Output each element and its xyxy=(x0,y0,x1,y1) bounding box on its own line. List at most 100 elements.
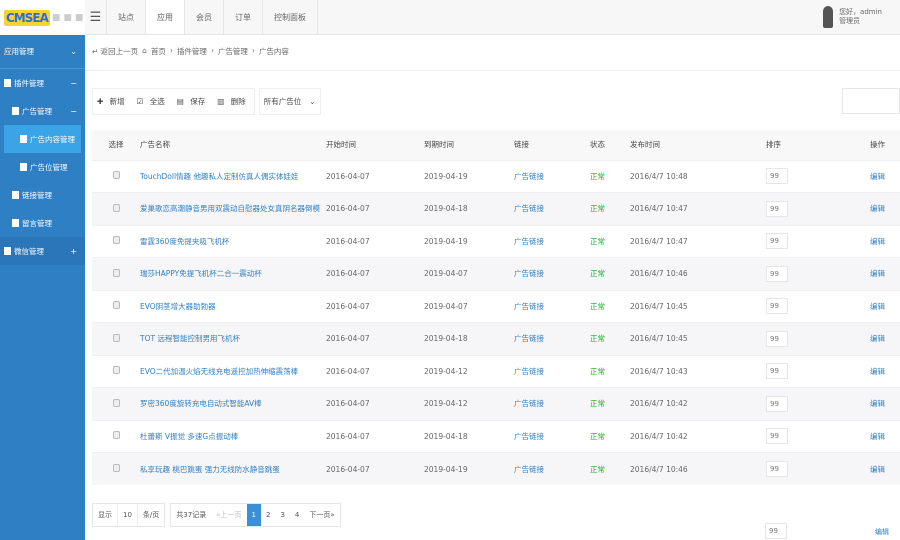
breadcrumb-plugins[interactable]: 插件管理 xyxy=(177,46,207,57)
ad-name-link[interactable]: TouchDoll情趣 他趣私人定制仿真人偶实体娃娃 xyxy=(140,159,326,193)
row-checkbox[interactable] xyxy=(112,464,120,472)
ad-link[interactable]: 广告链接 xyxy=(514,257,590,290)
table-row: 杜蕾斯 V振觉 多速G点振动棒 2016-04-07 2019-04-18 广告… xyxy=(92,419,900,453)
sidebar-item-app-management[interactable]: 应用管理 ⌄ xyxy=(0,35,85,69)
row-checkbox[interactable] xyxy=(112,236,120,245)
row-checkbox[interactable] xyxy=(112,301,120,310)
ad-name-link[interactable]: 私享玩趣 桃巴跳蛋 强力无线防水静音跳蛋 xyxy=(140,452,326,485)
ad-link[interactable]: 广告链接 xyxy=(514,387,590,420)
ad-name-link[interactable]: 瑞莎HAPPY免提飞机杯二合一震动杯 xyxy=(140,257,326,290)
nav-apps[interactable]: 应用 xyxy=(146,0,185,34)
hamburger-menu-icon[interactable]: ☰ xyxy=(85,0,107,34)
status-badge: 正常 xyxy=(590,192,630,225)
order-input[interactable]: 99 xyxy=(765,523,787,539)
col-action: 操作 xyxy=(870,130,900,160)
nav-members[interactable]: 会员 xyxy=(185,0,224,34)
search-input[interactable] xyxy=(842,88,900,114)
select-all-button[interactable]: ☑ 全选 xyxy=(133,96,173,107)
edit-link[interactable]: 编辑 xyxy=(870,192,900,225)
order-input[interactable]: 99 xyxy=(766,363,788,380)
add-button[interactable]: ✚ 新增 xyxy=(93,96,133,107)
breadcrumb-home[interactable]: 首页 xyxy=(151,46,166,57)
row-checkbox[interactable] xyxy=(112,366,120,375)
publish-time: 2016/4/7 10:42 xyxy=(630,387,766,420)
sidebar-item-ads[interactable]: 广告管理 − xyxy=(0,97,85,125)
breadcrumb-ads[interactable]: 广告管理 xyxy=(218,46,248,57)
ad-link[interactable]: 广告链接 xyxy=(514,224,590,258)
back-label: 返回上一页 xyxy=(100,47,139,56)
edit-link[interactable]: 编辑 xyxy=(870,257,900,290)
ad-name-link[interactable]: EVO二代加温火焰无线充电遥控加热伸缩震荡棒 xyxy=(140,354,326,388)
order-input[interactable]: 99 xyxy=(766,428,788,445)
start-date: 2016-04-07 xyxy=(326,387,424,420)
ad-link[interactable]: 广告链接 xyxy=(514,159,590,193)
save-button[interactable]: ▤ 保存 xyxy=(173,96,213,107)
delete-button[interactable]: ▥ 删除 xyxy=(213,96,253,107)
user-menu[interactable]: 您好，admin 管理员 xyxy=(823,6,882,28)
nav-orders[interactable]: 订单 xyxy=(224,0,263,34)
page-3[interactable]: 3 xyxy=(275,504,289,526)
order-input[interactable]: 99 xyxy=(766,395,788,412)
order-input[interactable]: 99 xyxy=(766,233,788,250)
row-checkbox[interactable] xyxy=(112,398,120,407)
ad-link[interactable]: 广告链接 xyxy=(514,289,590,323)
edit-link[interactable]: 编辑 xyxy=(870,354,900,388)
sidebar-item-messages[interactable]: 留言管理 xyxy=(0,209,85,237)
page-2[interactable]: 2 xyxy=(261,504,275,526)
sidebar-item-plugins[interactable]: 插件管理 − xyxy=(0,69,85,97)
nav-site[interactable]: 站点 xyxy=(107,0,146,34)
pagination: 显示 10 条/页 共37记录 «上一页 1 2 3 4 下一页» xyxy=(92,503,341,527)
row-checkbox[interactable] xyxy=(112,203,120,212)
order-input[interactable]: 99 xyxy=(766,330,788,347)
sidebar-item-links[interactable]: 链接管理 xyxy=(0,181,85,209)
ad-name-link[interactable]: 杜蕾斯 V振觉 多速G点振动棒 xyxy=(140,419,326,453)
ad-link[interactable]: 广告链接 xyxy=(514,192,590,225)
edit-link[interactable]: 编辑 xyxy=(870,289,900,323)
ad-name-link[interactable]: 爱巢歌恋高潮静音男用双震动自慰器处女真阴名器倒模 xyxy=(140,192,326,225)
publish-time: 2016/4/7 10:47 xyxy=(630,192,766,225)
order-input[interactable]: 99 xyxy=(766,461,788,477)
ad-name-link[interactable]: EVO阴茎增大器助勃器 xyxy=(140,289,326,323)
ad-table: 选择 广告名称 开始时间 到期时间 链接 状态 发布时间 排序 操作 Touch… xyxy=(92,130,900,485)
page-4[interactable]: 4 xyxy=(290,504,304,526)
folder-icon xyxy=(4,79,11,87)
ad-position-select[interactable]: 所有广告位 ⌄ xyxy=(258,88,321,115)
edit-link[interactable]: 编辑 xyxy=(870,322,900,355)
prev-page-button[interactable]: «上一页 xyxy=(211,504,246,526)
per-page-select[interactable]: 10 xyxy=(117,504,138,526)
edit-link[interactable]: 编辑 xyxy=(870,452,900,485)
order-input[interactable]: 99 xyxy=(766,298,788,315)
home-icon: ⌂ xyxy=(142,46,147,55)
edit-link[interactable]: 编辑 xyxy=(870,224,900,258)
order-input[interactable]: 99 xyxy=(766,168,788,185)
edit-link[interactable]: 编辑 xyxy=(875,527,889,537)
sidebar-item-ad-content[interactable]: 广告内容管理 xyxy=(4,125,81,153)
end-date: 2019-04-07 xyxy=(424,257,514,290)
ad-link[interactable]: 广告链接 xyxy=(514,419,590,453)
sidebar-item-ad-positions[interactable]: 广告位管理 xyxy=(0,153,85,181)
order-input[interactable]: 99 xyxy=(766,200,788,217)
ad-link[interactable]: 广告链接 xyxy=(514,322,590,355)
row-checkbox[interactable] xyxy=(112,171,120,180)
row-checkbox[interactable] xyxy=(112,431,120,440)
order-input[interactable]: 99 xyxy=(766,265,788,282)
back-link[interactable]: ↵ 返回上一页 xyxy=(92,46,138,57)
table-row: TouchDoll情趣 他趣私人定制仿真人偶实体娃娃 2016-04-07 20… xyxy=(92,159,900,193)
ad-name-link[interactable]: TOT 远程智能控制男用飞机杯 xyxy=(140,322,326,355)
next-page-button[interactable]: 下一页» xyxy=(304,504,339,526)
ad-link[interactable]: 广告链接 xyxy=(514,452,590,485)
status-badge: 正常 xyxy=(590,159,630,193)
ad-link[interactable]: 广告链接 xyxy=(514,354,590,388)
edit-link[interactable]: 编辑 xyxy=(870,159,900,193)
row-checkbox[interactable] xyxy=(112,268,120,277)
sidebar-item-wechat[interactable]: 微信管理 + xyxy=(0,237,85,265)
publish-time: 2016/4/7 10:46 xyxy=(630,452,766,485)
edit-link[interactable]: 编辑 xyxy=(870,387,900,420)
nav-control-panel[interactable]: 控制面板 xyxy=(263,0,318,34)
sidebar-label: 广告内容管理 xyxy=(30,134,75,144)
ad-name-link[interactable]: 雷霆360度免提夹吸飞机杯 xyxy=(140,224,326,258)
ad-name-link[interactable]: 罗密360度旋转充电自动式智能AV棒 xyxy=(140,387,326,420)
page-1[interactable]: 1 xyxy=(246,504,261,526)
row-checkbox[interactable] xyxy=(112,333,120,342)
edit-link[interactable]: 编辑 xyxy=(870,419,900,453)
